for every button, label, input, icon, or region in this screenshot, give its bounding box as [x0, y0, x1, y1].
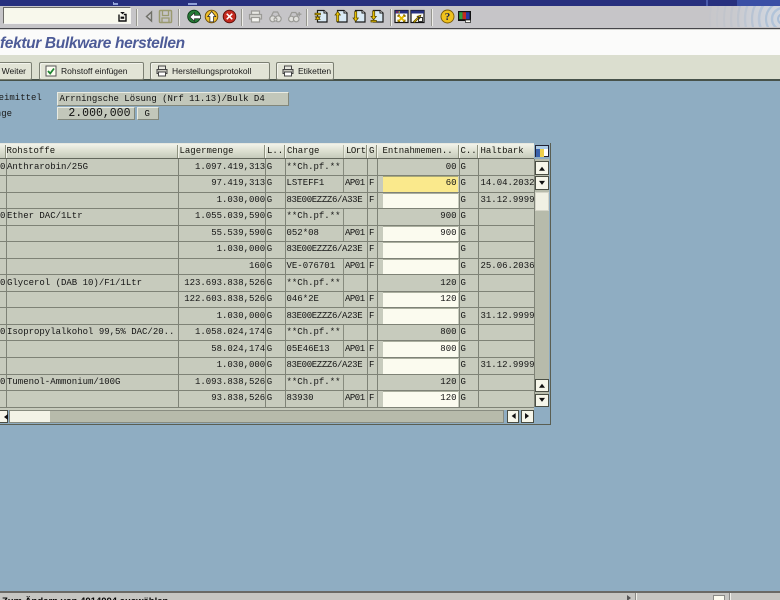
svg-text:?: ? [445, 11, 451, 23]
